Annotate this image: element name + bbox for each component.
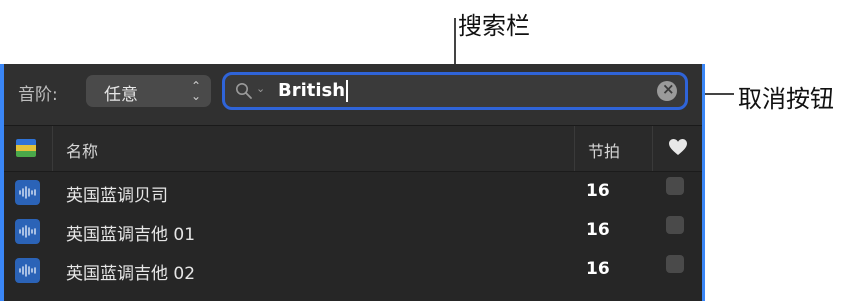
loop-browser-panel: 音阶: 任意 ⌃ ⌄ ⌄ British × 名称 节拍 英国蓝调贝司 16 英…	[4, 64, 702, 301]
search-menu-chevron-icon[interactable]: ⌄	[256, 82, 265, 95]
table-row[interactable]: 英国蓝调吉他 01 16	[4, 212, 702, 250]
loop-browser-toolbar: 音阶: 任意 ⌃ ⌄ ⌄ British ×	[4, 64, 702, 126]
scale-popup-value: 任意	[104, 85, 138, 105]
column-header-name[interactable]: 名称	[66, 138, 98, 162]
column-separator	[52, 126, 53, 171]
search-icon[interactable]	[235, 82, 253, 104]
loop-name: 英国蓝调贝司	[66, 186, 168, 206]
search-input-value: British	[278, 80, 346, 101]
scale-label: 音阶:	[18, 85, 58, 105]
search-bar-callout: 搜索栏	[458, 12, 530, 40]
clear-icon: ×	[662, 80, 675, 98]
results-header-row: 名称 节拍	[4, 126, 702, 172]
favorite-checkbox[interactable]	[666, 255, 684, 273]
search-field[interactable]: ⌄ British ×	[222, 72, 688, 110]
cancel-button-callout: 取消按钮	[738, 85, 834, 113]
loop-tempo: 16	[586, 259, 610, 279]
text-caret	[346, 80, 349, 102]
loop-tempo: 16	[586, 220, 610, 240]
favorite-checkbox[interactable]	[666, 216, 684, 234]
loop-name: 英国蓝调吉他 02	[66, 264, 196, 284]
column-header-tempo[interactable]: 节拍	[588, 138, 620, 162]
color-tag-column-icon[interactable]	[16, 139, 36, 157]
table-row[interactable]: 英国蓝调贝司 16	[4, 173, 702, 211]
column-separator	[652, 126, 653, 171]
waveform-icon	[15, 258, 40, 283]
column-separator	[574, 126, 575, 171]
favorite-checkbox[interactable]	[666, 177, 684, 195]
loop-name: 英国蓝调吉他 01	[66, 225, 196, 245]
updown-chevron-icon: ⌃ ⌄	[190, 79, 201, 103]
heart-icon[interactable]	[668, 138, 688, 160]
loop-tempo: 16	[586, 181, 610, 201]
scale-popup-button[interactable]: 任意 ⌃ ⌄	[86, 75, 211, 107]
search-input[interactable]: British	[278, 80, 349, 102]
table-row[interactable]: 英国蓝调吉他 02 16	[4, 251, 702, 289]
waveform-icon	[15, 180, 40, 205]
clear-search-button[interactable]: ×	[657, 80, 677, 101]
waveform-icon	[15, 219, 40, 244]
